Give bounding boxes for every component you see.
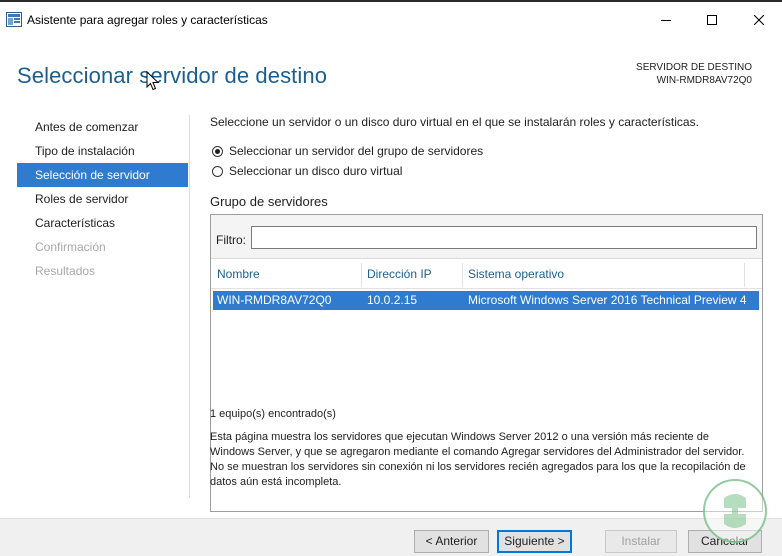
radio-virtual-disk[interactable]: Seleccionar un disco duro virtual	[212, 164, 402, 178]
radio-button-selected[interactable]	[212, 145, 223, 157]
next-button[interactable]: Siguiente >	[497, 530, 572, 553]
sidebar-divider	[189, 115, 190, 498]
table-row[interactable]: WIN-RMDR8AV72Q0 10.0.2.15 Microsoft Wind…	[213, 291, 759, 310]
sidebar-item-resultados: Resultados	[35, 264, 96, 278]
filter-bar: Filtro:	[211, 215, 762, 259]
cell-os: Microsoft Windows Server 2016 Technical …	[468, 293, 747, 307]
install-button: Instalar	[605, 530, 677, 553]
minimize-icon	[661, 19, 671, 21]
close-icon	[754, 14, 764, 25]
radio-label-virtual-disk: Seleccionar un disco duro virtual	[229, 164, 403, 178]
mouse-cursor-icon	[146, 71, 159, 91]
radio-button[interactable]	[212, 165, 223, 177]
radio-server-pool[interactable]: Seleccionar un servidor del grupo de ser…	[212, 144, 483, 158]
back-button[interactable]: < Anterior	[414, 530, 489, 553]
sidebar-item-roles-de-servidor[interactable]: Roles de servidor	[17, 187, 188, 211]
wizard-footer: < Anterior Siguiente > Instalar Cancelar	[0, 518, 782, 556]
cell-name: WIN-RMDR8AV72Q0	[217, 293, 332, 307]
maximize-button[interactable]	[689, 4, 735, 35]
window-title: Asistente para agregar roles y caracterí…	[27, 13, 268, 27]
sidebar-item-seleccion-de-servidor[interactable]: Selección de servidor	[17, 163, 188, 187]
sidebar-item-antes-de-comenzar[interactable]: Antes de comenzar	[17, 115, 188, 139]
wizard-header: Seleccionar servidor de destino SERVIDOR…	[0, 35, 782, 103]
wizard-window: Asistente para agregar roles y caracterí…	[0, 0, 782, 556]
column-header-nombre[interactable]: Nombre	[217, 267, 260, 281]
destination-server-name: WIN-RMDR8AV72Q0	[656, 75, 752, 86]
column-divider[interactable]	[462, 263, 463, 287]
destination-server-caption: SERVIDOR DE DESTINO	[636, 62, 752, 73]
filter-label: Filtro:	[216, 233, 246, 247]
column-divider[interactable]	[361, 263, 362, 287]
radio-label-server-pool: Seleccionar un servidor del grupo de ser…	[229, 144, 484, 158]
maximize-icon	[707, 14, 717, 25]
intro-text: Seleccione un servidor o un disco duro v…	[210, 115, 699, 129]
minimize-button[interactable]	[643, 4, 689, 35]
cell-ip: 10.0.2.15	[367, 293, 418, 307]
title-bar[interactable]: Asistente para agregar roles y caracterí…	[0, 4, 782, 35]
wizard-steps-sidebar: Antes de comenzar Tipo de instalación Se…	[17, 115, 188, 283]
close-button[interactable]	[736, 4, 782, 35]
column-header-direccion-ip[interactable]: Dirección IP	[367, 267, 432, 281]
sidebar-item-confirmacion: Confirmación	[35, 240, 106, 254]
sidebar-item-tipo-de-instalacion[interactable]: Tipo de instalación	[17, 139, 188, 163]
column-header-sistema-operativo[interactable]: Sistema operativo	[468, 267, 564, 281]
column-divider[interactable]	[744, 263, 745, 287]
server-manager-icon	[6, 12, 22, 27]
sidebar-item-caracteristicas[interactable]: Características	[17, 211, 188, 235]
found-count: 1 equipo(s) encontrado(s)	[210, 408, 336, 420]
table-header: Nombre Dirección IP Sistema operativo	[211, 261, 762, 289]
description-text: Esta página muestra los servidores que e…	[210, 431, 746, 488]
page-title: Seleccionar servidor de destino	[17, 63, 328, 88]
filter-input[interactable]	[251, 226, 757, 249]
server-pool-heading: Grupo de servidores	[210, 194, 328, 209]
watermark-logo-icon	[703, 479, 767, 543]
